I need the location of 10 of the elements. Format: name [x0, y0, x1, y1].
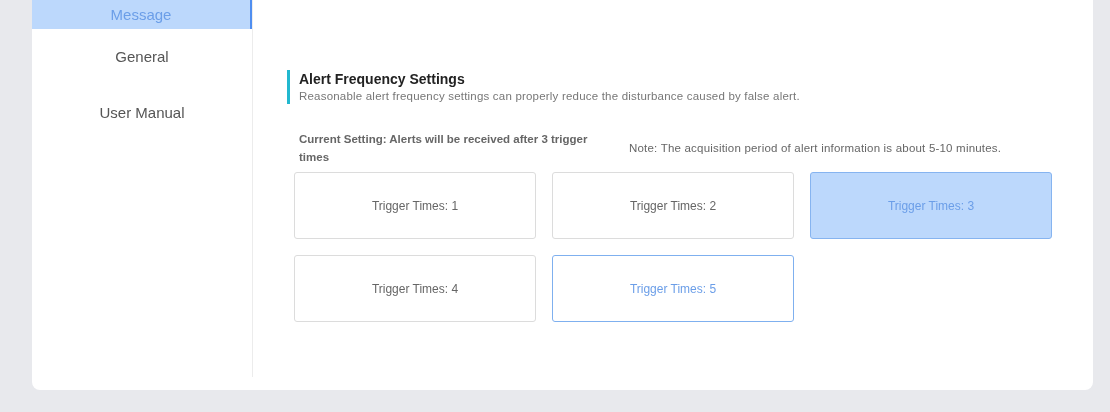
- sidebar-item[interactable]: User Manual: [32, 85, 252, 141]
- trigger-times-option[interactable]: Trigger Times: 4: [294, 255, 536, 322]
- section-title: Alert Frequency Settings: [299, 70, 466, 88]
- accent-bar: [287, 70, 290, 104]
- sidebar-item[interactable]: General: [32, 29, 252, 85]
- note-text: Note: The acquisition period of alert information is about 5-10 minutes.: [629, 142, 1002, 154]
- current-setting-text: Current Setting: Alerts will be received after 3 trigger times: [299, 132, 589, 165]
- section-description: Reasonable alert frequency settings can properly reduce the disturbance caused by false alert.: [299, 89, 800, 104]
- trigger-times-option[interactable]: Trigger Times: 2: [552, 172, 794, 239]
- trigger-times-option[interactable]: Trigger Times: 1: [294, 172, 536, 239]
